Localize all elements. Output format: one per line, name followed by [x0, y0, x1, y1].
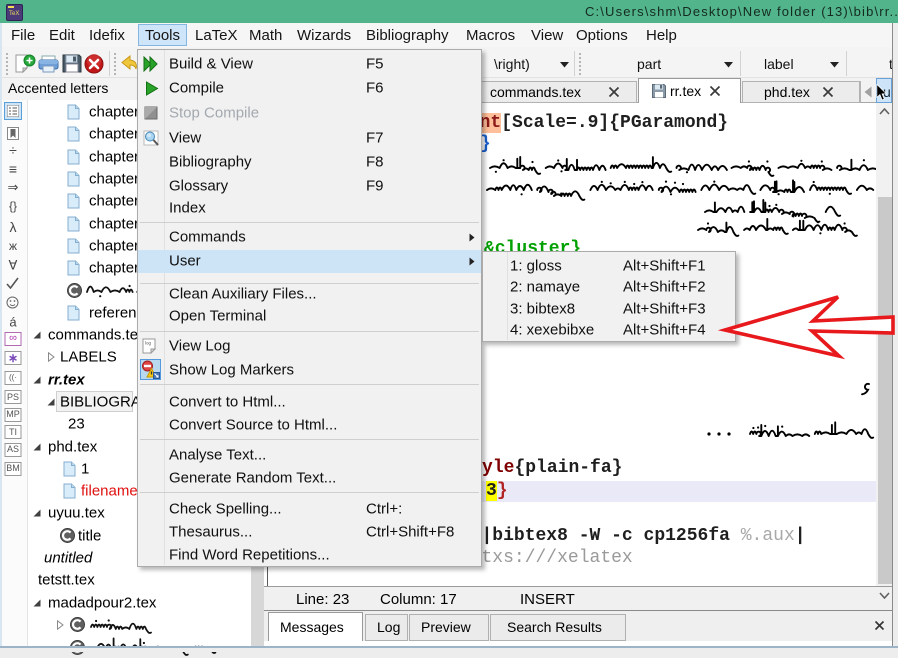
svg-text:log: log [145, 341, 152, 346]
